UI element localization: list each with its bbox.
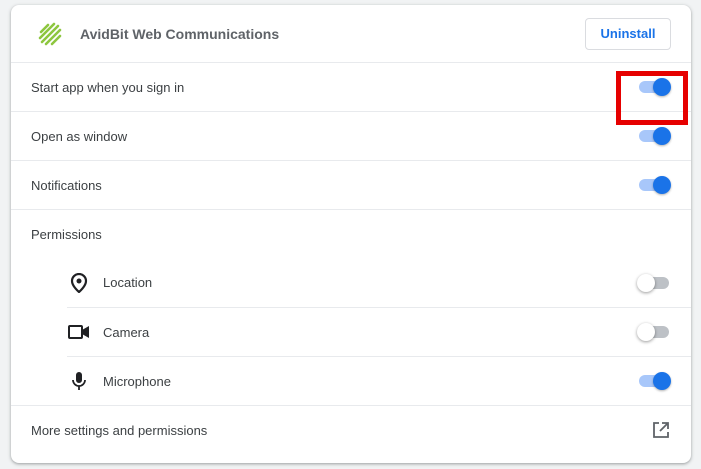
permission-row-location[interactable]: Location — [67, 258, 691, 307]
setting-row-start-on-signin[interactable]: Start app when you sign in — [11, 62, 691, 111]
location-pin-icon — [67, 271, 91, 295]
permission-label: Microphone — [103, 373, 171, 389]
open-as-window-toggle[interactable] — [637, 127, 671, 145]
open-external-icon[interactable] — [651, 420, 671, 440]
permission-label: Location — [103, 275, 153, 290]
setting-row-notifications[interactable]: Notifications — [11, 160, 691, 209]
location-toggle[interactable] — [637, 273, 671, 292]
notifications-toggle[interactable] — [637, 176, 671, 194]
app-header: AvidBit Web Communications Uninstall — [11, 5, 691, 62]
more-settings-label: More settings and permissions — [31, 422, 208, 438]
highlight-box — [616, 71, 688, 125]
camera-icon — [67, 320, 91, 344]
app-settings-card: AvidBit Web Communications Uninstall Sta… — [11, 5, 691, 463]
setting-label: Open as window — [31, 128, 128, 144]
microphone-icon — [67, 369, 91, 393]
microphone-toggle[interactable] — [637, 372, 671, 390]
permission-row-camera[interactable]: Camera — [67, 307, 691, 356]
uninstall-button[interactable]: Uninstall — [585, 17, 671, 50]
permission-label: Camera — [103, 324, 150, 340]
permissions-section-title: Permissions — [11, 209, 691, 258]
permission-row-microphone[interactable]: Microphone — [67, 356, 691, 405]
camera-toggle[interactable] — [637, 323, 671, 341]
app-name: AvidBit Web Communications — [80, 25, 280, 42]
setting-row-open-as-window[interactable]: Open as window — [11, 111, 691, 160]
setting-label: Notifications — [31, 177, 102, 193]
app-logo-icon — [38, 22, 62, 45]
setting-label: Start app when you sign in — [31, 79, 185, 95]
permissions-title: Permissions — [31, 226, 102, 242]
more-settings-row[interactable]: More settings and permissions — [11, 405, 691, 454]
